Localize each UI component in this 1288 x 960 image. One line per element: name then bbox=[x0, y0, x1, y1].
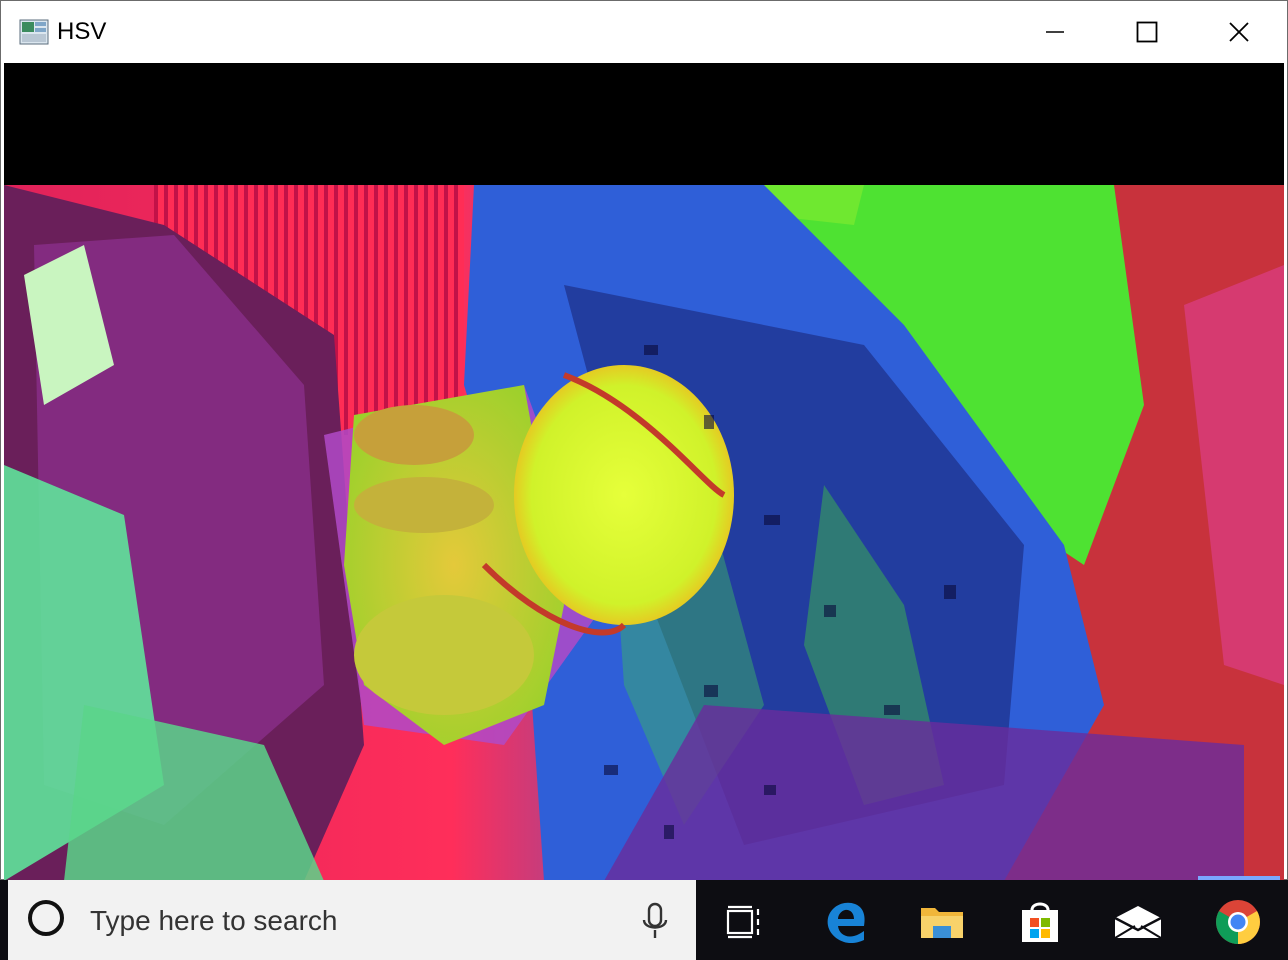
taskbar: Type here to search bbox=[0, 876, 1288, 960]
chrome-icon bbox=[1216, 900, 1260, 944]
video-frame bbox=[4, 63, 1284, 881]
store-icon bbox=[1022, 902, 1058, 942]
edge-button[interactable] bbox=[818, 894, 874, 950]
task-view-button[interactable] bbox=[716, 894, 772, 950]
task-view-icon bbox=[726, 905, 760, 939]
cortana-icon[interactable] bbox=[28, 900, 64, 936]
mail-button[interactable] bbox=[1110, 894, 1166, 950]
title-bar[interactable]: HSV bbox=[1, 1, 1287, 63]
microphone-icon[interactable] bbox=[638, 902, 672, 942]
maximize-button[interactable] bbox=[1101, 1, 1193, 63]
mail-icon bbox=[1114, 906, 1162, 939]
chrome-button[interactable] bbox=[1210, 894, 1266, 950]
hsv-camera-image bbox=[4, 185, 1284, 881]
hsv-window: HSV bbox=[0, 0, 1288, 881]
folder-icon bbox=[921, 908, 963, 938]
search-placeholder[interactable]: Type here to search bbox=[90, 905, 337, 937]
letterbox-band bbox=[4, 63, 1284, 185]
minimize-button[interactable] bbox=[1009, 1, 1101, 63]
close-icon bbox=[1229, 22, 1249, 42]
edge-icon bbox=[827, 902, 865, 944]
store-button[interactable] bbox=[1012, 894, 1068, 950]
active-app-indicator bbox=[1198, 876, 1280, 880]
file-explorer-button[interactable] bbox=[914, 894, 970, 950]
taskbar-search-box[interactable]: Type here to search bbox=[8, 880, 696, 960]
close-button[interactable] bbox=[1193, 1, 1285, 63]
window-title: HSV bbox=[57, 18, 107, 45]
maximize-icon bbox=[1136, 21, 1158, 43]
app-icon bbox=[19, 19, 49, 45]
minimize-icon bbox=[1046, 31, 1064, 33]
